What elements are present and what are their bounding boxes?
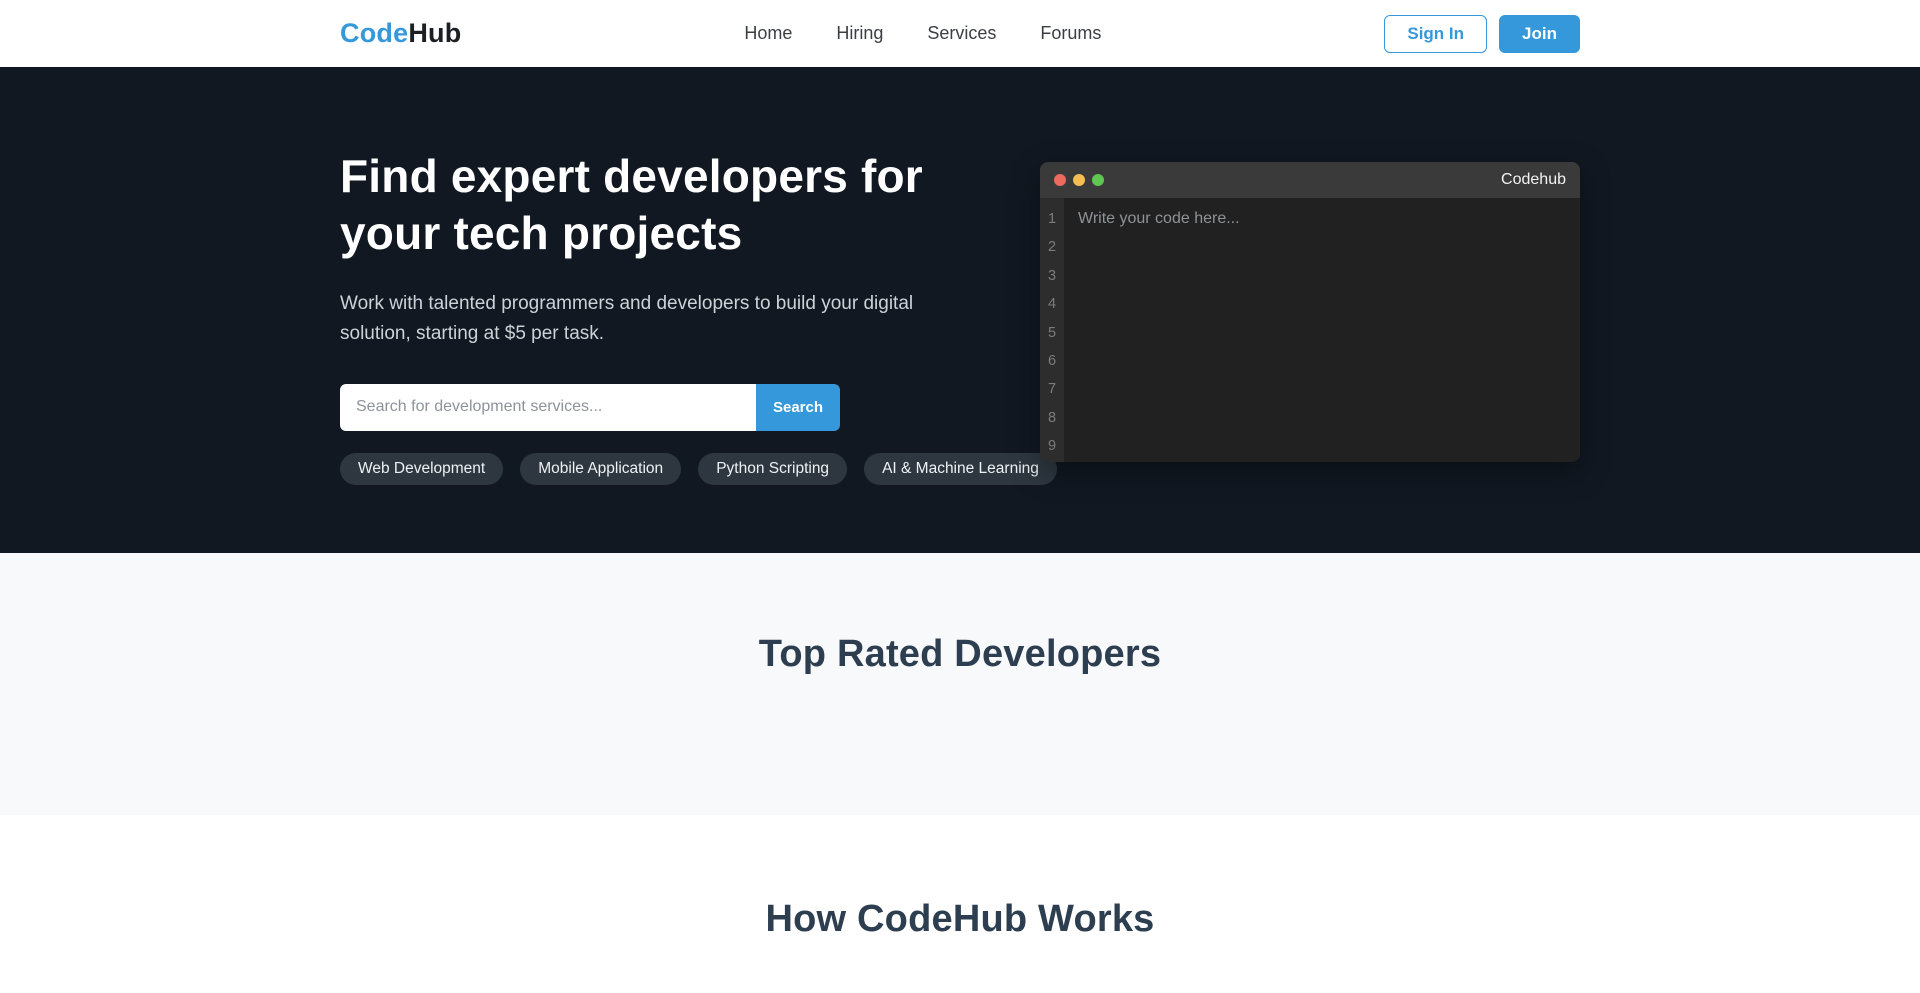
hero-title: Find expert developers for your tech pro… <box>340 148 980 262</box>
code-editor-window: Codehub 1 2 3 4 5 6 7 8 9 <box>1040 162 1580 462</box>
hero-container: Find expert developers for your tech pro… <box>330 67 1590 485</box>
editor-titlebar: Codehub <box>1040 162 1580 198</box>
line-number: 1 <box>1040 205 1064 233</box>
nav-link-home[interactable]: Home <box>744 23 792 43</box>
hero-right-column: Codehub 1 2 3 4 5 6 7 8 9 <box>1040 67 1580 485</box>
hero-subtitle: Work with talented programmers and devel… <box>340 289 980 350</box>
editor-body: 1 2 3 4 5 6 7 8 9 Write your code here..… <box>1040 198 1580 462</box>
page: CodeHub Home Hiring Services Forums Sign… <box>0 0 1920 993</box>
top-rated-heading: Top Rated Developers <box>0 633 1920 676</box>
code-editor-area[interactable]: Write your code here... <box>1064 198 1580 462</box>
hero-title-line1: Find expert developers for <box>340 150 923 202</box>
close-icon <box>1054 174 1066 186</box>
navbar: CodeHub Home Hiring Services Forums Sign… <box>0 0 1920 67</box>
line-number: 3 <box>1040 262 1064 290</box>
search-button[interactable]: Search <box>756 384 840 431</box>
sign-in-button[interactable]: Sign In <box>1384 15 1487 53</box>
editor-window-title: Codehub <box>1501 171 1566 189</box>
nav-link-services[interactable]: Services <box>927 23 996 43</box>
nav-item-hiring: Hiring <box>836 23 883 44</box>
nav-item-services: Services <box>927 23 996 44</box>
how-it-works-heading: How CodeHub Works <box>0 898 1920 941</box>
minimize-icon <box>1073 174 1085 186</box>
window-controls <box>1054 174 1104 186</box>
nav-link-forums[interactable]: Forums <box>1040 23 1101 43</box>
tag-python-scripting[interactable]: Python Scripting <box>698 453 847 485</box>
logo-accent-text: Code <box>340 18 408 48</box>
tag-web-development[interactable]: Web Development <box>340 453 503 485</box>
line-number: 2 <box>1040 233 1064 261</box>
search-input[interactable] <box>340 384 756 431</box>
nav-actions: Sign In Join <box>1384 15 1580 53</box>
hero-subtitle-line2: solution, starting at $5 per task. <box>340 323 604 344</box>
nav-link-hiring[interactable]: Hiring <box>836 23 883 43</box>
line-number: 9 <box>1040 432 1064 460</box>
search-bar: Search <box>340 384 840 431</box>
navbar-container: CodeHub Home Hiring Services Forums Sign… <box>330 15 1590 53</box>
top-rated-section: Top Rated Developers <box>0 553 1920 815</box>
hero-title-line2: your tech projects <box>340 207 742 259</box>
nav-links: Home Hiring Services Forums <box>744 23 1101 44</box>
hero-section: Find expert developers for your tech pro… <box>0 67 1920 553</box>
tag-mobile-application[interactable]: Mobile Application <box>520 453 681 485</box>
logo-rest-text: Hub <box>408 18 461 48</box>
maximize-icon <box>1092 174 1104 186</box>
how-it-works-section: How CodeHub Works <box>0 815 1920 993</box>
hero-left-column: Find expert developers for your tech pro… <box>340 67 980 485</box>
hero-subtitle-line1: Work with talented programmers and devel… <box>340 293 913 314</box>
line-number: 6 <box>1040 347 1064 375</box>
line-number-gutter: 1 2 3 4 5 6 7 8 9 <box>1040 198 1064 462</box>
join-button[interactable]: Join <box>1499 15 1580 53</box>
line-number: 5 <box>1040 319 1064 347</box>
line-number: 8 <box>1040 404 1064 432</box>
tag-ai-machine-learning[interactable]: AI & Machine Learning <box>864 453 1057 485</box>
nav-item-forums: Forums <box>1040 23 1101 44</box>
nav-item-home: Home <box>744 23 792 44</box>
line-number: 7 <box>1040 375 1064 403</box>
tag-list: Web Development Mobile Application Pytho… <box>340 453 980 485</box>
line-number: 4 <box>1040 290 1064 318</box>
codehub-logo[interactable]: CodeHub <box>340 18 461 49</box>
